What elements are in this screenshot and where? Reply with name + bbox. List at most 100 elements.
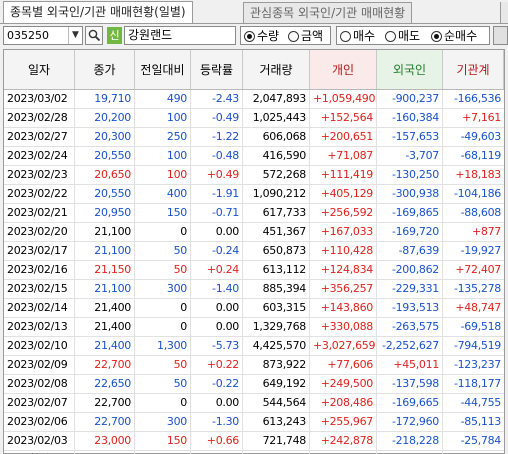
column-header-change[interactable]: 전일대비 — [135, 50, 191, 89]
individual-cell: +167,033 — [310, 223, 377, 241]
close-cell: 22,650 — [75, 375, 135, 393]
toolbar: 035250 ▼ 신 강원랜드 수량 금액 매수 매도 순매수 — [0, 25, 508, 47]
institution-cell: -85,113 — [460, 415, 502, 428]
foreign-cell: -218,228 — [377, 432, 443, 450]
table-row[interactable]: 2023/02/15 21,100 300 -1.40 885,394 +356,257-… — [4, 280, 504, 299]
foreign-cell: -3,707 — [377, 147, 443, 165]
volume-cell: 606,068 — [243, 128, 310, 146]
date-cell: 2023/02/22 — [4, 185, 75, 203]
radio-sell[interactable]: 매도 — [385, 28, 420, 44]
table-row[interactable]: 2023/02/07 22,700 0 0.00 544,564 +208,486 -169… — [4, 394, 504, 413]
institution-cell: -104,186 — [453, 187, 501, 200]
foreign-cell: -169,720 — [377, 223, 443, 241]
column-header-foreign[interactable]: 외국인 — [377, 50, 443, 89]
stock-name-field: 강원랜드 — [124, 26, 236, 45]
close-cell: 21,100 — [75, 242, 135, 260]
foreign-cell: -263,575 — [377, 318, 443, 336]
volume-cell: 572,268 — [243, 166, 310, 184]
change-cell: 0 — [135, 223, 191, 241]
date-cell: 2023/02/09 — [4, 356, 75, 374]
rate-cell: -5.73 — [191, 337, 243, 355]
foreign-cell: -300,938 — [377, 185, 443, 203]
individual-cell: +200,651 — [310, 128, 377, 146]
foreign-cell: +45,011 — [377, 356, 443, 374]
individual-cell: +208,486 — [310, 394, 377, 412]
table-header-row: 일자 종가 전일대비 등락률 거래량 개인 외국인 기관계 — [4, 50, 504, 90]
table-row[interactable]: 2023/02/21 20,950 150 -0.71 617,733 +256,592-… — [4, 204, 504, 223]
change-cell: 400 — [135, 185, 191, 203]
column-header-individual[interactable]: 개인 — [310, 50, 377, 89]
tab-bar: 종목별 외국인/기관 매매현황(일별) 관심종목 외국인/기관 매매현황 — [0, 0, 508, 24]
close-cell: 21,400 — [75, 299, 135, 317]
volume-cell: 1,329,768 — [243, 318, 310, 336]
change-cell: 100 — [135, 109, 191, 127]
chevron-down-icon[interactable]: ▼ — [68, 27, 82, 44]
volume-cell: 649,192 — [243, 375, 310, 393]
table-row[interactable]: 2023/02/13 21,400 0 0.00 1,329,768 +330,088 -2… — [4, 318, 504, 337]
foreign-cell: -900,237 — [377, 90, 443, 108]
radio-quantity[interactable]: 수량 — [244, 28, 279, 44]
column-header-institution[interactable]: 기관계 — [443, 50, 504, 89]
foreign-cell: -169,665 — [377, 394, 443, 412]
change-cell: 50 — [135, 242, 191, 260]
date-cell: 2023/02/13 — [4, 318, 75, 336]
column-header-date[interactable]: 일자 — [4, 50, 75, 89]
table-row[interactable]: 2023/02/03 23,000 150 +0.66 721,748 +242,878-… — [4, 432, 504, 451]
date-cell: 2023/02/16 — [4, 261, 75, 279]
rate-cell: -0.48 — [191, 147, 243, 165]
table-row[interactable]: 2023/02/14 21,400 0 0.00 603,315 +143,860 -193… — [4, 299, 504, 318]
stock-code-combobox[interactable]: 035250 ▼ — [3, 26, 83, 45]
institution-cell: -123,237 — [453, 358, 501, 371]
close-cell: 23,000 — [75, 432, 135, 450]
radio-buy[interactable]: 매수 — [340, 28, 375, 44]
tab-watchlist-foreign-institution[interactable]: 관심종목 외국인/기관 매매현황 — [243, 2, 413, 23]
table-row[interactable]: 2023/03/02 19,710 490 -2.43 2,047,893 +1,059,… — [4, 90, 504, 109]
date-cell: 2023/03/02 — [4, 90, 75, 108]
column-header-rate[interactable]: 등락률 — [191, 50, 243, 89]
institution-cell: -166,536 — [453, 92, 501, 105]
table-row[interactable]: 2023/02/24 20,550 100 -0.48 416,590 +71,087 -3… — [4, 147, 504, 166]
panel-toggle-button[interactable] — [493, 26, 508, 45]
tab-overflow-edge[interactable] — [500, 2, 508, 23]
table-row[interactable]: 2023/02/23 20,650 100 +0.49 572,268 +111,419-… — [4, 166, 504, 185]
date-cell: 2023/02/08 — [4, 375, 75, 393]
date-cell: 2023/02/28 — [4, 109, 75, 127]
table-row[interactable]: 2023/02/20 21,100 0 0.00 451,367 +167,033 -169… — [4, 223, 504, 242]
trade-type-radio-group: 매수 매도 순매수 — [336, 26, 490, 45]
table-row[interactable]: 2023/02/08 22,650 50 -0.22 649,192 +249,500 -1… — [4, 375, 504, 394]
change-cell: 300 — [135, 280, 191, 298]
change-cell: 490 — [135, 90, 191, 108]
radio-net-buy[interactable]: 순매수 — [431, 28, 477, 44]
radio-amount[interactable]: 금액 — [288, 28, 323, 44]
new-listing-badge: 신 — [107, 27, 122, 44]
volume-cell: 4,425,570 — [243, 337, 310, 355]
individual-cell: +1,059,490 — [310, 90, 377, 108]
close-cell: 21,400 — [75, 318, 135, 336]
individual-cell: +124,834 — [310, 261, 377, 279]
table-row[interactable]: 2023/02/10 21,400 1,300 -5.73 4,425,570 +3,02… — [4, 337, 504, 356]
table-row[interactable]: 2023/02/06 22,700 300 -1.30 613,243 +255,967-… — [4, 413, 504, 432]
table-row[interactable]: 2023/02/28 20,200 100 -0.49 1,025,443 +152,56… — [4, 109, 504, 128]
institution-cell: +18,183 — [455, 168, 501, 181]
individual-cell: +3,027,659 — [310, 337, 377, 355]
institution-cell: -25,784 — [460, 434, 502, 447]
table-row[interactable]: 2023/02/17 21,100 50 -0.24 650,873 +110,428 -8… — [4, 242, 504, 261]
individual-cell: +405,129 — [310, 185, 377, 203]
stock-search-button[interactable] — [85, 26, 103, 45]
rate-cell: -0.49 — [191, 109, 243, 127]
column-header-volume[interactable]: 거래량 — [243, 50, 310, 89]
table-row[interactable]: 2023/02/16 21,150 50 +0.24 613,112 +124,834 -2… — [4, 261, 504, 280]
table-row[interactable]: 2023/02/22 20,550 400 -1.91 1,090,212 +405,12… — [4, 185, 504, 204]
close-cell: 20,550 — [75, 185, 135, 203]
investor-trading-table: 일자 종가 전일대비 등락률 거래량 개인 외국인 기관계 2023/03/02… — [3, 49, 505, 454]
tab-stock-foreign-institution-daily[interactable]: 종목별 외국인/기관 매매현황(일별) — [3, 1, 193, 24]
rate-cell: -0.24 — [191, 242, 243, 260]
table-row[interactable]: 2023/02/27 20,300 250 -1.22 606,068 +200,651-… — [4, 128, 504, 147]
close-cell: 20,950 — [75, 204, 135, 222]
search-icon — [88, 29, 101, 42]
institution-cell: +48,747 — [455, 301, 501, 314]
table-row[interactable]: 2023/02/09 22,700 50 +0.22 873,922 +77,606 +45… — [4, 356, 504, 375]
foreign-cell: -200,862 — [377, 261, 443, 279]
close-cell: 22,700 — [75, 394, 135, 412]
column-header-close[interactable]: 종가 — [75, 50, 135, 89]
